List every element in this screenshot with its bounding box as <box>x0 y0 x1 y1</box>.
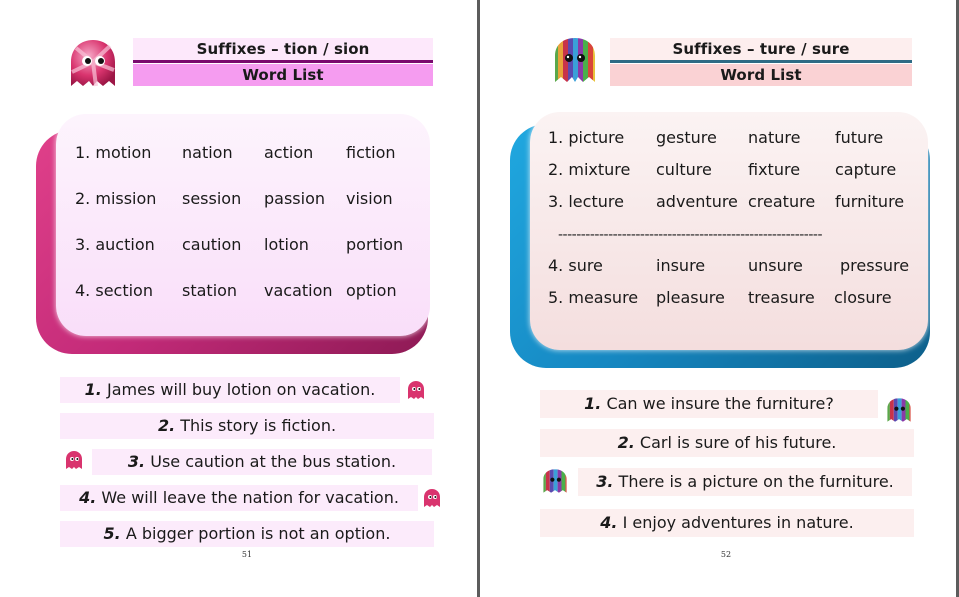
title-divider <box>133 60 433 63</box>
striped-ghost-icon <box>886 397 912 423</box>
page-title: Suffixes – tion / sion <box>133 38 433 60</box>
word-row: 1. motion nation action fiction <box>56 141 430 165</box>
candy-ghost-icon <box>64 450 84 470</box>
word-list-card: 1. motion nation action fiction 2. missi… <box>56 114 430 336</box>
word: caution <box>182 235 242 254</box>
sentence-text: James will buy lotion on vacation. <box>101 380 376 399</box>
sentence-text: A bigger portion is not an option. <box>120 524 391 543</box>
word: unsure <box>748 256 803 275</box>
page-subtitle: Word List <box>610 64 912 86</box>
striped-ghost-icon <box>542 468 568 494</box>
word: 4. sure <box>548 256 603 275</box>
sentence-number: 1. <box>84 380 102 399</box>
word-row: 5. measure pleasure treasure closure <box>530 286 928 310</box>
word-row: 4. section station vacation option <box>56 279 430 303</box>
candy-ghost-icon <box>66 38 120 90</box>
word: session <box>182 189 242 208</box>
word: furniture <box>835 192 905 211</box>
word: fiction <box>346 143 396 162</box>
word: action <box>264 143 314 162</box>
word: pressure <box>840 256 910 275</box>
word: future <box>835 128 884 147</box>
sentence-text: This story is fiction. <box>175 416 337 435</box>
sentence: 5. A bigger portion is not an option. <box>60 521 434 547</box>
word: lotion <box>264 235 309 254</box>
sentence-text: We will leave the nation for vacation. <box>96 488 399 507</box>
word: station <box>182 281 238 300</box>
candy-ghost-icon <box>422 488 442 508</box>
word: 4. section <box>75 281 153 300</box>
word: nature <box>748 128 801 147</box>
word: 2. mixture <box>548 160 631 179</box>
page-title: Suffixes – ture / sure <box>610 38 912 60</box>
sentence-number: 3. <box>127 452 146 471</box>
word-row: 2. mission session passion vision <box>56 187 430 211</box>
sentence: 1. James will buy lotion on vacation. <box>60 377 400 403</box>
word: vacation <box>264 281 333 300</box>
sentence-text: Can we insure the furniture? <box>601 394 834 413</box>
title-block: Suffixes – tion / sion Word List <box>133 38 433 87</box>
sentence: 3. Use caution at the bus station. <box>92 449 432 475</box>
word-row: 3. auction caution lotion portion <box>56 233 430 257</box>
sentence: 2. This story is fiction. <box>60 413 434 439</box>
word: option <box>346 281 397 300</box>
page-52: Suffixes – ture / sure Word List 1. pict… <box>480 0 959 597</box>
word: vision <box>346 189 393 208</box>
sentence-number: 2. <box>617 433 635 452</box>
word-row: 2. mixture culture fixture capture <box>530 158 928 182</box>
sentence-number: 2. <box>157 416 176 435</box>
sentence-number: 1. <box>584 394 602 413</box>
page-51: Suffixes – tion / sion Word List 1. moti… <box>0 0 477 597</box>
sentence-number: 4. <box>79 488 97 507</box>
word-row: 4. sure insure unsure pressure <box>530 254 928 278</box>
title-divider <box>610 60 912 63</box>
word: nation <box>182 143 233 162</box>
page-number: 51 <box>241 550 253 559</box>
sentence-number: 5. <box>103 524 121 543</box>
sentence: 4. We will leave the nation for vacation… <box>60 485 418 511</box>
striped-ghost-icon <box>552 36 598 84</box>
sentence-number: 4. <box>600 513 618 532</box>
section-separator: ----------------------------------------… <box>558 227 823 243</box>
word: 3. auction <box>75 235 155 254</box>
sentence: 4. I enjoy adventures in nature. <box>540 509 914 537</box>
word: treasure <box>748 288 815 307</box>
sentence: 3. There is a picture on the furniture. <box>578 468 912 496</box>
word: 2. mission <box>75 189 157 208</box>
word: pleasure <box>656 288 725 307</box>
word: creature <box>748 192 816 211</box>
sentence-text: I enjoy adventures in nature. <box>617 513 854 532</box>
sentence: 1. Can we insure the furniture? <box>540 390 878 418</box>
word: passion <box>264 189 326 208</box>
word-list-card: 1. picture gesture nature future 2. mixt… <box>530 112 928 350</box>
word: closure <box>834 288 892 307</box>
title-block: Suffixes – ture / sure Word List <box>610 38 912 87</box>
word: culture <box>656 160 712 179</box>
word: portion <box>346 235 404 254</box>
sentence-number: 3. <box>596 472 614 491</box>
word: insure <box>656 256 706 275</box>
page-number: 52 <box>720 550 732 559</box>
word: 3. lecture <box>548 192 624 211</box>
word: adventure <box>656 192 738 211</box>
candy-ghost-icon <box>406 380 426 400</box>
sentence-text: There is a picture on the furniture. <box>613 472 894 491</box>
sentence-text: Carl is sure of his future. <box>634 433 837 452</box>
word: 1. motion <box>75 143 152 162</box>
word-row: 3. lecture adventure creature furniture <box>530 190 928 214</box>
page-subtitle: Word List <box>133 64 433 86</box>
word: fixture <box>748 160 801 179</box>
word: capture <box>835 160 897 179</box>
sentence-text: Use caution at the bus station. <box>145 452 397 471</box>
sentence: 2. Carl is sure of his future. <box>540 429 914 457</box>
word: 1. picture <box>548 128 625 147</box>
word-row: 1. picture gesture nature future <box>530 126 928 150</box>
word: 5. measure <box>548 288 639 307</box>
word: gesture <box>656 128 717 147</box>
